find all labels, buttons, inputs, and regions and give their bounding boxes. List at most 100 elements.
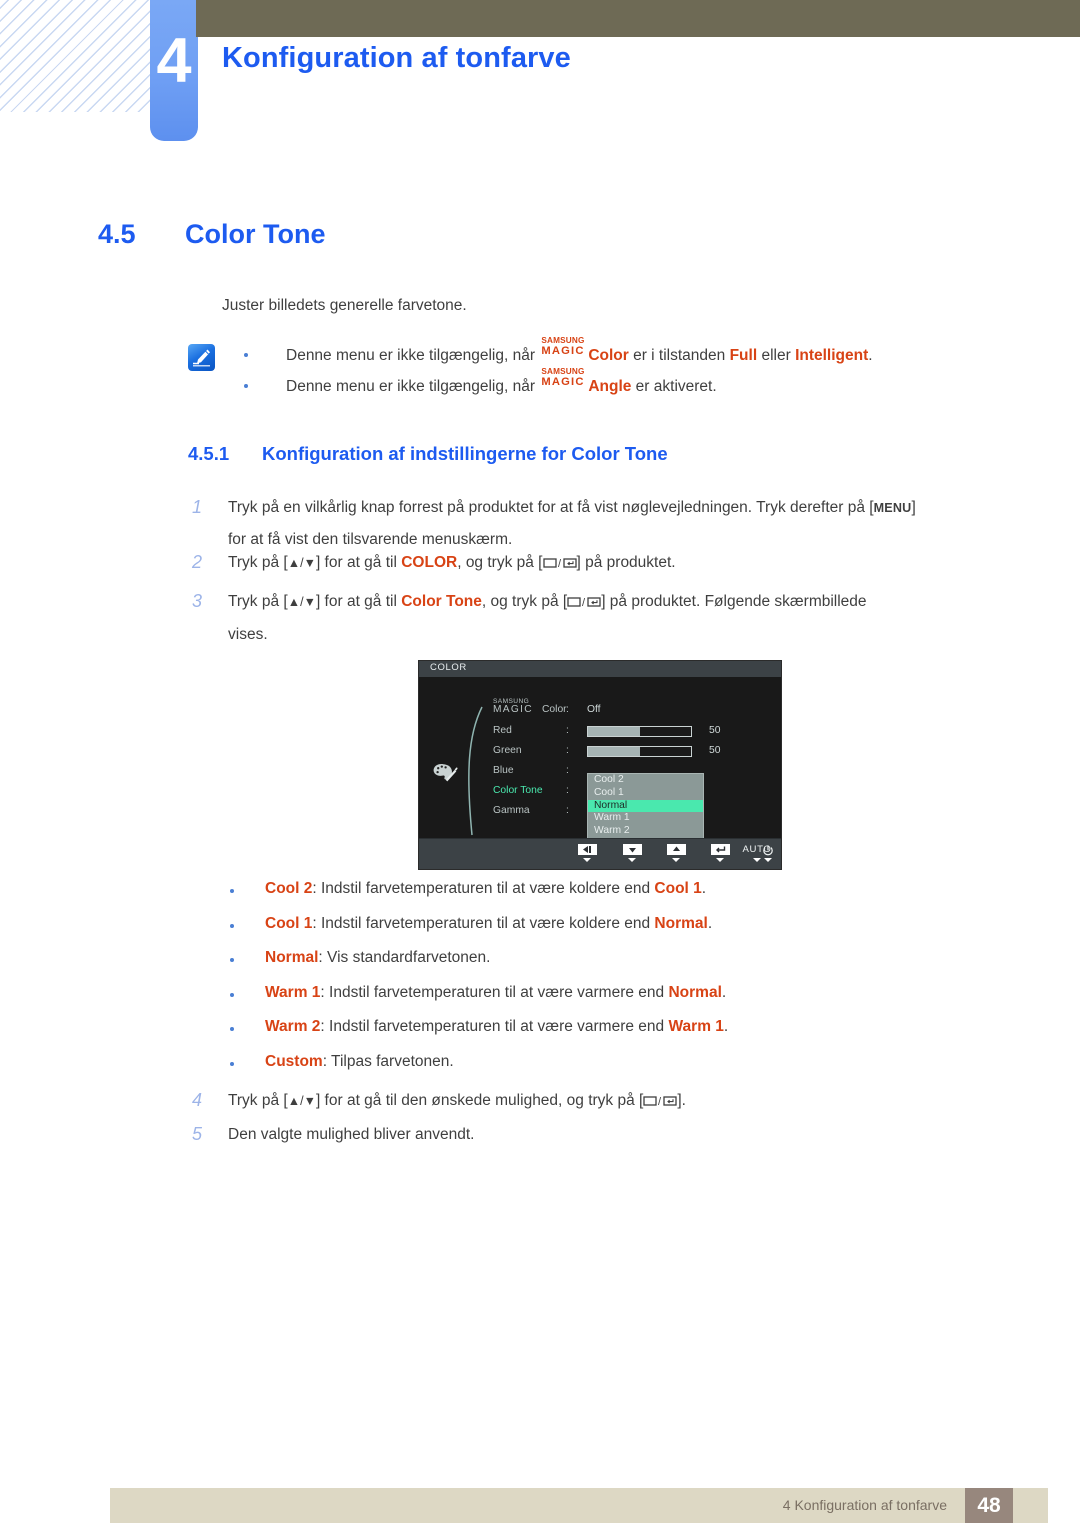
dropdown-item-cool1[interactable]: Cool 1 xyxy=(588,787,703,800)
osd-slider-red[interactable] xyxy=(587,726,692,737)
left-arrow-icon xyxy=(577,844,597,855)
chapter-number: 4 xyxy=(156,26,192,96)
step-number: 5 xyxy=(192,1124,203,1144)
source-enter-icon: / xyxy=(643,1087,677,1118)
note-text-suffix: . xyxy=(868,347,873,364)
svg-text:/: / xyxy=(658,1096,662,1107)
option-term: Cool 2 xyxy=(265,880,313,897)
note-item: Denne menu er ikke tilgængelig, når SAMS… xyxy=(244,336,988,371)
option-ref: Cool 1 xyxy=(654,880,702,897)
footer-page-number: 48 xyxy=(965,1488,1013,1523)
step4-text-c: ]. xyxy=(677,1092,686,1109)
step-5: 5 Den valgte mulighed bliver anvendt. xyxy=(192,1119,1022,1150)
svg-text:/: / xyxy=(582,597,586,608)
palette-brush-icon xyxy=(432,761,458,788)
power-icon xyxy=(755,844,781,856)
key-indicator-triangle xyxy=(583,858,591,862)
bullet-icon xyxy=(230,958,234,962)
osd-magic-word: Color xyxy=(542,704,567,715)
step-3: 3 Tryk på [▲/▼] for at gå til Color Tone… xyxy=(192,586,1022,650)
step1-text-a: Tryk på en vilkårlig knap forrest på pro… xyxy=(228,499,874,516)
osd-slider-green[interactable] xyxy=(587,746,692,757)
chapter-title: Konfiguration af tonfarve xyxy=(222,42,571,74)
key-indicator-triangle xyxy=(716,858,724,862)
bullet-icon xyxy=(244,384,248,388)
up-down-arrow-icon: ▲/▼ xyxy=(287,595,316,609)
up-arrow-icon xyxy=(666,844,686,855)
bullet-icon xyxy=(230,923,234,928)
osd-value-magiccolor: Off xyxy=(587,704,601,715)
osd-colon: : xyxy=(566,785,569,796)
note-item: Denne menu er ikke tilgængelig, når SAMS… xyxy=(244,367,988,402)
magic-top-label: SAMSUNG xyxy=(541,336,585,345)
osd-menu-screenshot: COLOR SAMSUNG MAGIC Color : Off Red: 50… xyxy=(418,660,782,870)
option-term: Normal xyxy=(265,949,319,966)
osd-value-red: 50 xyxy=(709,725,721,736)
option-term: Custom xyxy=(265,1052,323,1070)
note-bold-intelligent: Intelligent xyxy=(795,347,869,364)
osd-colon: : xyxy=(566,745,569,756)
option-end: . xyxy=(707,914,713,932)
step2-text-a: Tryk på [ xyxy=(228,554,288,571)
footer-pad xyxy=(1013,1488,1048,1523)
power-button[interactable] xyxy=(755,844,781,862)
option-term: Cool 1 xyxy=(265,914,313,932)
page-header: 4 Konfiguration af tonfarve xyxy=(0,0,1080,160)
color-tone-options-list: Cool 2: Indstil farvetemperaturen til at… xyxy=(230,880,990,1087)
option-sep: : xyxy=(322,1052,332,1070)
step3-text-a: Tryk på [ xyxy=(228,593,288,610)
note-pencil-icon xyxy=(188,344,215,371)
hatch-decoration xyxy=(0,0,152,112)
samsung-magic-logo: SAMSUNG MAGIC xyxy=(541,367,587,391)
osd-bracket-decoration xyxy=(464,705,488,842)
svg-text:/: / xyxy=(558,558,562,569)
magic-bottom-label: MAGIC xyxy=(541,345,585,357)
option-desc: Indstil farvetemperaturen til at være ko… xyxy=(321,880,655,897)
source-enter-icon: / xyxy=(542,549,577,580)
magic-word: Angle xyxy=(588,378,632,395)
left-arrow-button[interactable] xyxy=(574,844,600,862)
step4-text-a: Tryk på [ xyxy=(228,1092,288,1109)
dropdown-item-warm2[interactable]: Warm 2 xyxy=(588,825,703,838)
up-down-arrow-icon: ▲/▼ xyxy=(287,1094,316,1108)
note-text-middle: er i tilstanden xyxy=(628,347,730,364)
osd-titlebar xyxy=(419,661,781,677)
osd-colon: : xyxy=(566,725,569,736)
osd-row-colortone-label[interactable]: Color Tone xyxy=(493,785,543,796)
step-2: 2 Tryk på [▲/▼] for at gå til COLOR, og … xyxy=(192,547,1012,580)
step-4: 4 Tryk på [▲/▼] for at gå til den ønsked… xyxy=(192,1085,1022,1118)
samsung-magic-logo: SAMSUNG MAGIC xyxy=(541,336,587,360)
note-bold-full: Full xyxy=(729,347,758,364)
note-text-between: eller xyxy=(757,347,796,364)
source-enter-icon: / xyxy=(567,588,601,619)
osd-colon: : xyxy=(566,765,569,776)
option-term: Warm 1 xyxy=(265,983,321,1001)
down-arrow-icon xyxy=(622,844,642,855)
menu-key-label: MENU xyxy=(873,501,912,515)
option-ref: Warm 1 xyxy=(668,1018,724,1035)
chapter-tab: 4 xyxy=(150,0,198,141)
osd-row-green-label: Green xyxy=(493,745,522,756)
list-item: Normal: Vis standardfarvetonen. xyxy=(230,949,990,984)
list-item: Warm 2: Indstil farvetemperaturen til at… xyxy=(230,1018,990,1053)
step-number: 2 xyxy=(192,552,203,572)
key-indicator-triangle xyxy=(672,858,680,862)
dropdown-item-cool2[interactable]: Cool 2 xyxy=(588,774,703,787)
step-number: 4 xyxy=(192,1090,203,1110)
osd-title: COLOR xyxy=(430,662,467,673)
down-arrow-button[interactable] xyxy=(619,844,645,862)
osd-row-blue-label: Blue xyxy=(493,765,514,776)
option-desc: Tilpas farvetonen. xyxy=(331,1052,454,1070)
dropdown-item-normal[interactable]: Normal xyxy=(588,799,703,813)
step3-text-d: ] på produktet. Følgende skærmbillede xyxy=(601,593,867,610)
header-bar xyxy=(196,0,1080,37)
up-arrow-button[interactable] xyxy=(663,844,689,862)
option-sep: : xyxy=(312,880,321,897)
step2-target-color: COLOR xyxy=(401,554,458,571)
osd-body: SAMSUNG MAGIC Color : Off Red : 50 Green… xyxy=(419,677,781,852)
note-text-prefix: Denne menu er ikke tilgængelig, når xyxy=(286,378,540,395)
dropdown-item-warm1[interactable]: Warm 1 xyxy=(588,812,703,825)
footer-text: 4 Konfiguration af tonfarve xyxy=(782,1497,947,1513)
osd-colon: : xyxy=(566,704,569,715)
step-number: 1 xyxy=(192,497,203,517)
